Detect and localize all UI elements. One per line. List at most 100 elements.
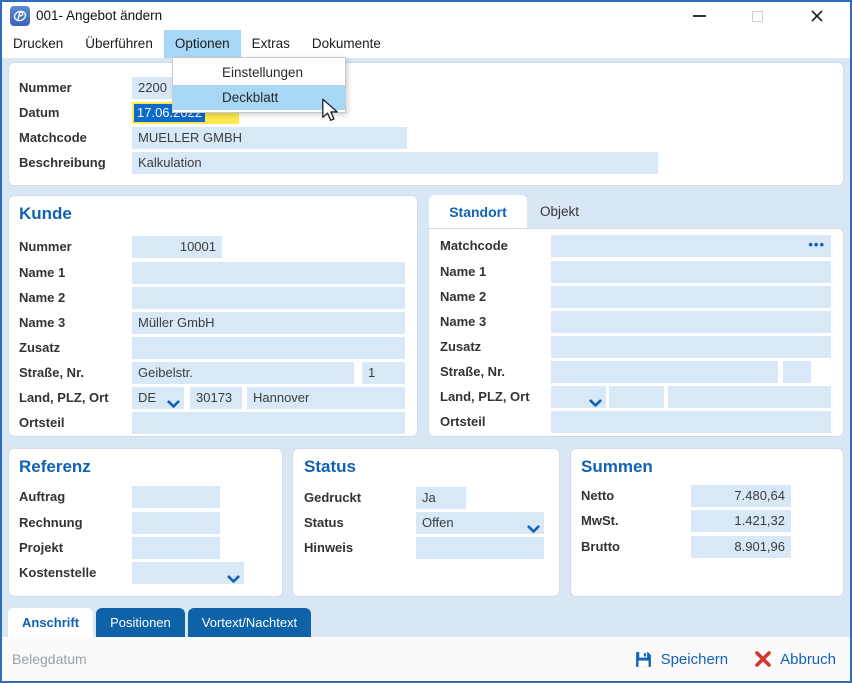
standort-hausnr-field[interactable]: [783, 361, 811, 383]
auftrag-field[interactable]: [132, 486, 220, 508]
hinweis-field[interactable]: [416, 537, 544, 559]
bottom-tabbar: Anschrift Positionen Vortext/Nachtext: [8, 608, 311, 637]
kostenstelle-label: Kostenstelle: [19, 562, 96, 584]
tab-objekt[interactable]: Objekt: [540, 195, 579, 228]
kunde-ortsteil-field[interactable]: [132, 412, 405, 434]
summen-title: Summen: [581, 457, 653, 477]
standort-matchcode-field[interactable]: •••: [551, 235, 831, 257]
brutto-label: Brutto: [581, 536, 620, 558]
kunde-name1-field[interactable]: [132, 262, 405, 284]
kunde-plz-field[interactable]: 30173: [190, 387, 242, 409]
standort-panel: Standort Objekt Matchcode ••• Name 1 Nam…: [428, 195, 844, 437]
standort-name3-field[interactable]: [551, 311, 831, 333]
rechnung-label: Rechnung: [19, 512, 83, 534]
standort-strasse-label: Straße, Nr.: [440, 361, 505, 383]
menuitem-einstellungen[interactable]: Einstellungen: [173, 60, 345, 85]
datum-label: Datum: [19, 102, 59, 124]
cancel-button[interactable]: Abbruch: [754, 650, 836, 668]
brutto-value: 8.901,96: [691, 536, 791, 558]
gedruckt-field[interactable]: Ja: [416, 487, 466, 509]
menu-extras[interactable]: Extras: [241, 30, 301, 58]
standort-name2-label: Name 2: [440, 286, 486, 308]
mwst-value: 1.421,32: [691, 510, 791, 532]
kunde-strasse-field[interactable]: Geibelstr.: [132, 362, 354, 384]
kunde-panel: Kunde Nummer 10001 Name 1 Name 2 Name 3 …: [8, 195, 418, 437]
kunde-name3-field[interactable]: Müller GmbH: [132, 312, 405, 334]
summen-panel: Summen Netto 7.480,64 MwSt. 1.421,32 Bru…: [570, 448, 844, 597]
kunde-name2-field[interactable]: [132, 287, 405, 309]
matchcode-label: Matchcode: [19, 127, 87, 149]
menu-dokumente[interactable]: Dokumente: [301, 30, 392, 58]
kunde-zusatz-field[interactable]: [132, 337, 405, 359]
kunde-strasse-label: Straße, Nr.: [19, 362, 84, 384]
beschreibung-field[interactable]: Kalkulation: [132, 152, 658, 174]
referenz-panel: Referenz Auftrag Rechnung Projekt Kosten…: [8, 448, 283, 597]
standort-name2-field[interactable]: [551, 286, 831, 308]
projekt-label: Projekt: [19, 537, 63, 559]
hinweis-label: Hinweis: [304, 537, 353, 559]
minimize-button[interactable]: [686, 2, 712, 30]
status-dropdown[interactable]: Offen: [416, 512, 544, 534]
chevron-down-icon: [527, 519, 540, 534]
kunde-title: Kunde: [19, 204, 72, 224]
standort-name1-field[interactable]: [551, 261, 831, 283]
projekt-field[interactable]: [132, 537, 220, 559]
kunde-nummer-field[interactable]: 10001: [132, 236, 222, 258]
kunde-ort-field[interactable]: Hannover: [247, 387, 405, 409]
kunde-land-dropdown[interactable]: DE: [132, 387, 184, 409]
rechnung-field[interactable]: [132, 512, 220, 534]
app-window: 001- Angebot ändern Drucken Überführen O…: [0, 0, 852, 683]
footer-bar: Belegdatum Speichern Abbruch: [2, 637, 850, 681]
more-ellipsis-icon[interactable]: •••: [808, 235, 825, 257]
app-logo-icon: [10, 6, 30, 26]
tab-positionen[interactable]: Positionen: [96, 608, 185, 637]
kunde-land-label: Land, PLZ, Ort: [19, 387, 109, 409]
standort-ortsteil-field[interactable]: [551, 411, 831, 433]
kunde-nummer-label: Nummer: [19, 236, 72, 258]
kunde-name2-label: Name 2: [19, 287, 65, 309]
standort-ortsteil-label: Ortsteil: [440, 411, 486, 433]
kunde-hausnr-field[interactable]: 1: [362, 362, 405, 384]
standort-name3-label: Name 3: [440, 311, 486, 333]
status-panel: Status Gedruckt Ja Status Offen Hinweis: [292, 448, 560, 597]
standort-plz-field[interactable]: [609, 386, 664, 408]
nummer-label: Nummer: [19, 77, 72, 99]
menubar: Drucken Überführen Optionen Extras Dokum…: [2, 30, 850, 58]
kostenstelle-dropdown[interactable]: [132, 562, 244, 584]
kunde-ortsteil-label: Ortsteil: [19, 412, 65, 434]
standort-land-dropdown[interactable]: [551, 386, 606, 408]
menu-drucken[interactable]: Drucken: [2, 30, 74, 58]
tab-anschrift[interactable]: Anschrift: [8, 608, 93, 637]
standort-zusatz-field[interactable]: [551, 336, 831, 358]
standort-land-label: Land, PLZ, Ort: [440, 386, 530, 408]
standort-ort-field[interactable]: [668, 386, 831, 408]
kunde-zusatz-label: Zusatz: [19, 337, 60, 359]
titlebar: 001- Angebot ändern: [2, 2, 850, 30]
statusbar-text: Belegdatum: [12, 637, 87, 681]
menu-optionen[interactable]: Optionen: [164, 30, 241, 58]
menu-ueberfuehren[interactable]: Überführen: [74, 30, 164, 58]
matchcode-field[interactable]: MUELLER GMBH: [132, 127, 407, 149]
status-title: Status: [304, 457, 356, 477]
standort-strasse-field[interactable]: [551, 361, 778, 383]
header-panel: Nummer 2200 Datum 17.06.2022 Matchcode M…: [8, 62, 844, 186]
chevron-down-icon: [167, 394, 180, 409]
referenz-title: Referenz: [19, 457, 91, 477]
floppy-disk-icon: [634, 650, 653, 669]
status-label: Status: [304, 512, 344, 534]
auftrag-label: Auftrag: [19, 486, 65, 508]
chevron-down-icon: [227, 569, 240, 584]
window-title: 001- Angebot ändern: [36, 2, 162, 30]
tab-vortext-nachtext[interactable]: Vortext/Nachtext: [188, 608, 311, 637]
chevron-down-icon: [589, 393, 602, 408]
close-button[interactable]: [804, 2, 830, 30]
mouse-cursor-icon: [320, 98, 340, 127]
standort-matchcode-label: Matchcode: [440, 235, 508, 257]
tab-standort[interactable]: Standort: [429, 195, 527, 229]
netto-value: 7.480,64: [691, 485, 791, 507]
mwst-label: MwSt.: [581, 510, 619, 532]
beschreibung-label: Beschreibung: [19, 152, 106, 174]
red-x-icon: [754, 650, 772, 668]
save-button[interactable]: Speichern: [634, 650, 729, 669]
maximize-button[interactable]: [744, 2, 770, 30]
